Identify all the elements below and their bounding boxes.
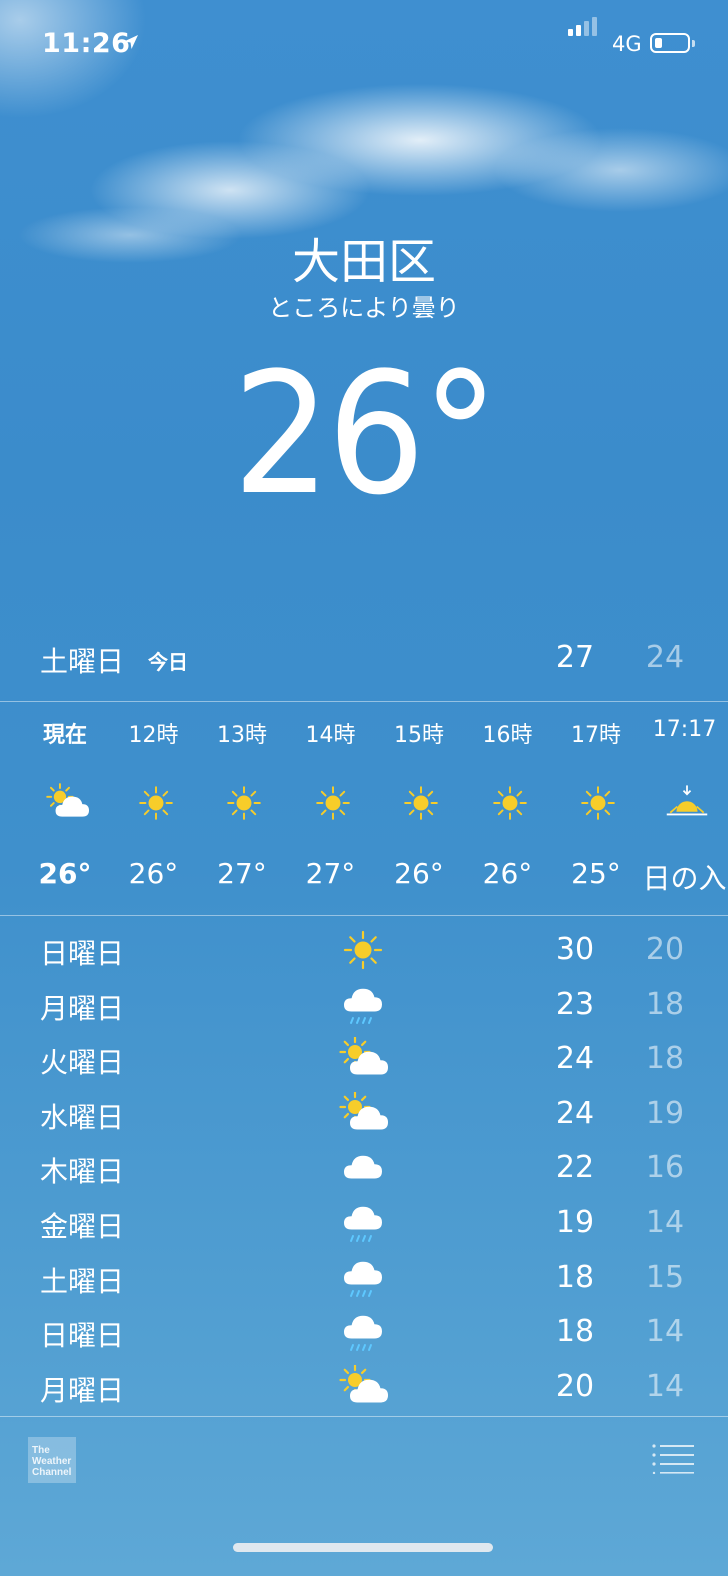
daily-low: 15 (645, 1259, 685, 1295)
sun-icon (222, 781, 266, 825)
sun-icon (576, 781, 620, 825)
network-type: 4G (612, 32, 642, 56)
sunset-icon (665, 781, 709, 825)
hourly-temp: 26° (482, 857, 533, 890)
daily-row: 月曜日 23 18 (0, 977, 728, 1031)
daily-high: 23 (555, 986, 595, 1022)
daily-low: 16 (645, 1150, 685, 1186)
daily-day: 日曜日 (40, 1319, 125, 1353)
daily-low: 14 (645, 1205, 685, 1240)
sun-icon (134, 781, 178, 825)
rain-icon (338, 1201, 388, 1245)
daily-day: 金曜日 (40, 1210, 125, 1243)
list-icon[interactable] (652, 1444, 694, 1474)
hourly-time: 17時 (571, 723, 621, 748)
hourly-temp: 27° (217, 857, 267, 890)
home-indicator[interactable] (233, 1543, 493, 1552)
sun-icon (311, 781, 355, 825)
daily-high: 24 (555, 1041, 595, 1077)
daily-row: 日曜日 30 20 (0, 922, 728, 976)
daily-row: 金曜日 19 14 (0, 1195, 728, 1249)
hourly-temp: 日の入 (642, 862, 727, 895)
rain-icon (338, 1310, 388, 1354)
status-time: 11:26 (42, 28, 131, 59)
daily-day: 火曜日 (40, 1046, 125, 1080)
daily-row: 日曜日 18 14 (0, 1304, 728, 1358)
hourly-time: 13時 (217, 723, 267, 748)
daily-row: 土曜日 18 15 (0, 1250, 728, 1304)
cloud-icon (338, 1146, 388, 1190)
city-name: 大田区 (291, 234, 436, 290)
daily-low: 19 (645, 1095, 685, 1131)
today-tag: 今日 (148, 650, 188, 674)
daily-high: 30 (555, 932, 595, 967)
partly-cloudy-icon (338, 1091, 388, 1136)
partly-cloudy-icon (45, 781, 89, 825)
sun-icon (399, 781, 443, 825)
daily-high: 18 (555, 1314, 595, 1350)
weather-condition: ところにより曇り (268, 294, 460, 322)
hourly-temp: 26° (38, 857, 92, 890)
today-day: 土曜日 (40, 645, 125, 678)
hourly-temp: 27° (305, 857, 356, 890)
hourly-temp: 26° (394, 857, 444, 890)
battery-icon (650, 33, 690, 53)
daily-low: 14 (645, 1314, 685, 1350)
divider (0, 915, 728, 916)
partly-cloudy-icon (338, 1036, 388, 1081)
current-temperature: 26° (232, 336, 500, 532)
sun-icon (338, 928, 388, 972)
daily-day: 土曜日 (40, 1264, 125, 1298)
daily-row: 月曜日 20 14 (0, 1359, 728, 1413)
daily-day: 木曜日 (40, 1155, 125, 1189)
partly-cloudy-icon (338, 1364, 388, 1409)
location-arrow-icon (124, 35, 138, 49)
hourly-temp: 26° (128, 857, 179, 890)
daily-high: 20 (555, 1368, 595, 1404)
hourly-time: 17:17 (652, 717, 717, 742)
daily-row: 木曜日 22 16 (0, 1140, 728, 1194)
daily-row: 水曜日 24 19 (0, 1086, 728, 1140)
daily-high: 22 (555, 1150, 595, 1186)
daily-day: 月曜日 (40, 1373, 125, 1407)
sun-icon (488, 781, 532, 825)
hourly-time: 16時 (482, 723, 533, 748)
daily-high: 18 (555, 1259, 595, 1295)
rain-icon (338, 983, 388, 1027)
daily-low: 20 (645, 932, 685, 967)
daily-day: 月曜日 (40, 991, 125, 1025)
daily-row: 火曜日 24 18 (0, 1031, 728, 1085)
divider (0, 1416, 728, 1417)
daily-low: 18 (645, 1041, 685, 1077)
daily-low: 18 (645, 986, 685, 1022)
rain-icon (338, 1256, 388, 1300)
hourly-time: 15時 (394, 723, 444, 748)
today-low: 24 (645, 640, 685, 675)
hourly-temp: 25° (571, 857, 621, 890)
weather-channel-logo-text: The Weather Channel (32, 1445, 72, 1478)
today-high: 27 (555, 640, 595, 675)
hourly-time: 現在 (42, 723, 87, 748)
hourly-time: 14時 (305, 723, 356, 748)
daily-high: 24 (555, 1095, 595, 1131)
daily-day: 日曜日 (40, 937, 125, 970)
weather-channel-logo[interactable]: The Weather Channel (28, 1437, 76, 1483)
daily-low: 14 (645, 1368, 685, 1404)
daily-high: 19 (555, 1205, 595, 1240)
status-bar: 11:26 4G (0, 0, 728, 90)
divider (0, 701, 728, 702)
hourly-forecast[interactable]: 現在 26° 12時 26° 13時 27° 14時 27° 15時 26° 16時 26° 17時 25… (0, 703, 728, 915)
daily-day: 水曜日 (40, 1100, 125, 1134)
hourly-time: 12時 (128, 723, 179, 748)
today-row: 土曜日 今日 27 24 (0, 636, 728, 686)
